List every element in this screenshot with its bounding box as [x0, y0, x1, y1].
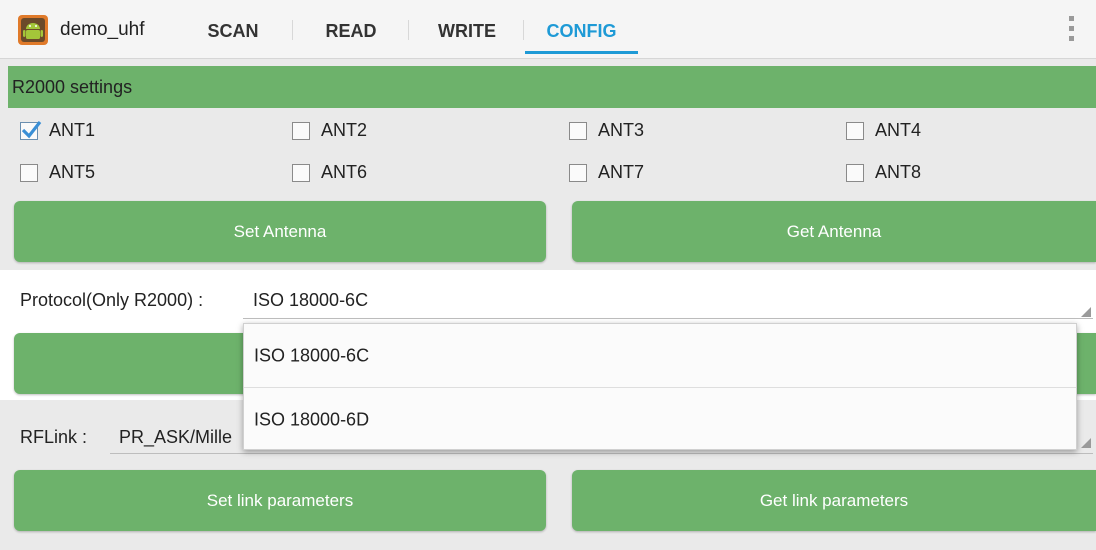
set-link-parameters-button[interactable]: Set link parameters	[14, 470, 546, 531]
rflink-spinner[interactable]: PR_ASK/Mille	[119, 427, 232, 448]
protocol-label: Protocol(Only R2000) :	[20, 290, 204, 310]
tab-divider	[292, 20, 293, 40]
checkbox-label: ANT6	[321, 162, 368, 182]
checkbox-label: ANT2	[321, 120, 368, 140]
tab-divider	[408, 20, 409, 40]
action-bar: demo_uhf SCAN READ WRITE CONFIG	[0, 0, 1096, 59]
section-header: R2000 settings	[8, 66, 1096, 108]
spinner-arrow-icon[interactable]	[1081, 438, 1091, 448]
checkbox-unchecked-icon	[569, 122, 587, 140]
tab-write[interactable]: WRITE	[428, 0, 506, 58]
checkbox-unchecked-icon	[569, 164, 587, 182]
checkbox-unchecked-icon	[20, 164, 38, 182]
overflow-menu-icon[interactable]	[1068, 16, 1076, 46]
checkbox-label: ANT4	[875, 120, 922, 140]
tab-read[interactable]: READ	[316, 0, 386, 58]
checkbox-ant7[interactable]: ANT7	[569, 162, 689, 190]
dropdown-option-iso-18000-6d[interactable]: ISO 18000-6D	[244, 388, 1076, 451]
app-title: demo_uhf	[60, 19, 145, 40]
button-label: Set link parameters	[206, 490, 354, 510]
tab-scan[interactable]: SCAN	[198, 0, 268, 58]
spinner-arrow-icon[interactable]	[1081, 307, 1091, 317]
android-icon[interactable]	[18, 15, 48, 45]
set-antenna-button[interactable]: Set Antenna	[14, 201, 546, 262]
button-label: Get link parameters	[759, 490, 909, 510]
checkbox-label: ANT7	[598, 162, 645, 182]
protocol-dropdown: ISO 18000-6C ISO 18000-6D	[243, 323, 1077, 450]
checkbox-ant1[interactable]: ANT1	[20, 120, 140, 148]
checkbox-label: ANT8	[875, 162, 922, 182]
tab-config[interactable]: CONFIG	[525, 0, 638, 58]
protocol-spinner-underline	[243, 318, 1093, 319]
button-label: Get Antenna	[786, 221, 882, 241]
checkbox-unchecked-icon	[292, 122, 310, 140]
option-label: ISO 18000-6C	[254, 345, 370, 365]
checkbox-ant6[interactable]: ANT6	[292, 162, 412, 190]
checkbox-unchecked-icon	[846, 164, 864, 182]
checkbox-ant4[interactable]: ANT4	[846, 120, 966, 148]
dropdown-option-iso-18000-6c[interactable]: ISO 18000-6C	[244, 324, 1076, 387]
checkbox-label: ANT5	[49, 162, 96, 182]
rflink-label: RFLink :	[20, 427, 88, 447]
checkbox-ant2[interactable]: ANT2	[292, 120, 412, 148]
checkbox-checked-icon	[20, 121, 42, 140]
checkbox-label: ANT3	[598, 120, 645, 140]
get-link-parameters-button[interactable]: Get link parameters	[572, 470, 1096, 531]
checkbox-unchecked-icon	[846, 122, 864, 140]
checkbox-label: ANT1	[49, 120, 96, 140]
get-antenna-button[interactable]: Get Antenna	[572, 201, 1096, 262]
protocol-spinner[interactable]: ISO 18000-6C	[253, 290, 368, 311]
rflink-spinner-underline	[110, 453, 1093, 454]
checkbox-ant8[interactable]: ANT8	[846, 162, 966, 190]
checkbox-ant5[interactable]: ANT5	[20, 162, 140, 190]
section-title: R2000 settings	[12, 77, 133, 97]
tab-divider	[523, 20, 524, 40]
option-label: ISO 18000-6D	[254, 409, 370, 429]
checkbox-unchecked-icon	[292, 164, 310, 182]
checkbox-ant3[interactable]: ANT3	[569, 120, 689, 148]
button-label: Set Antenna	[233, 221, 327, 241]
